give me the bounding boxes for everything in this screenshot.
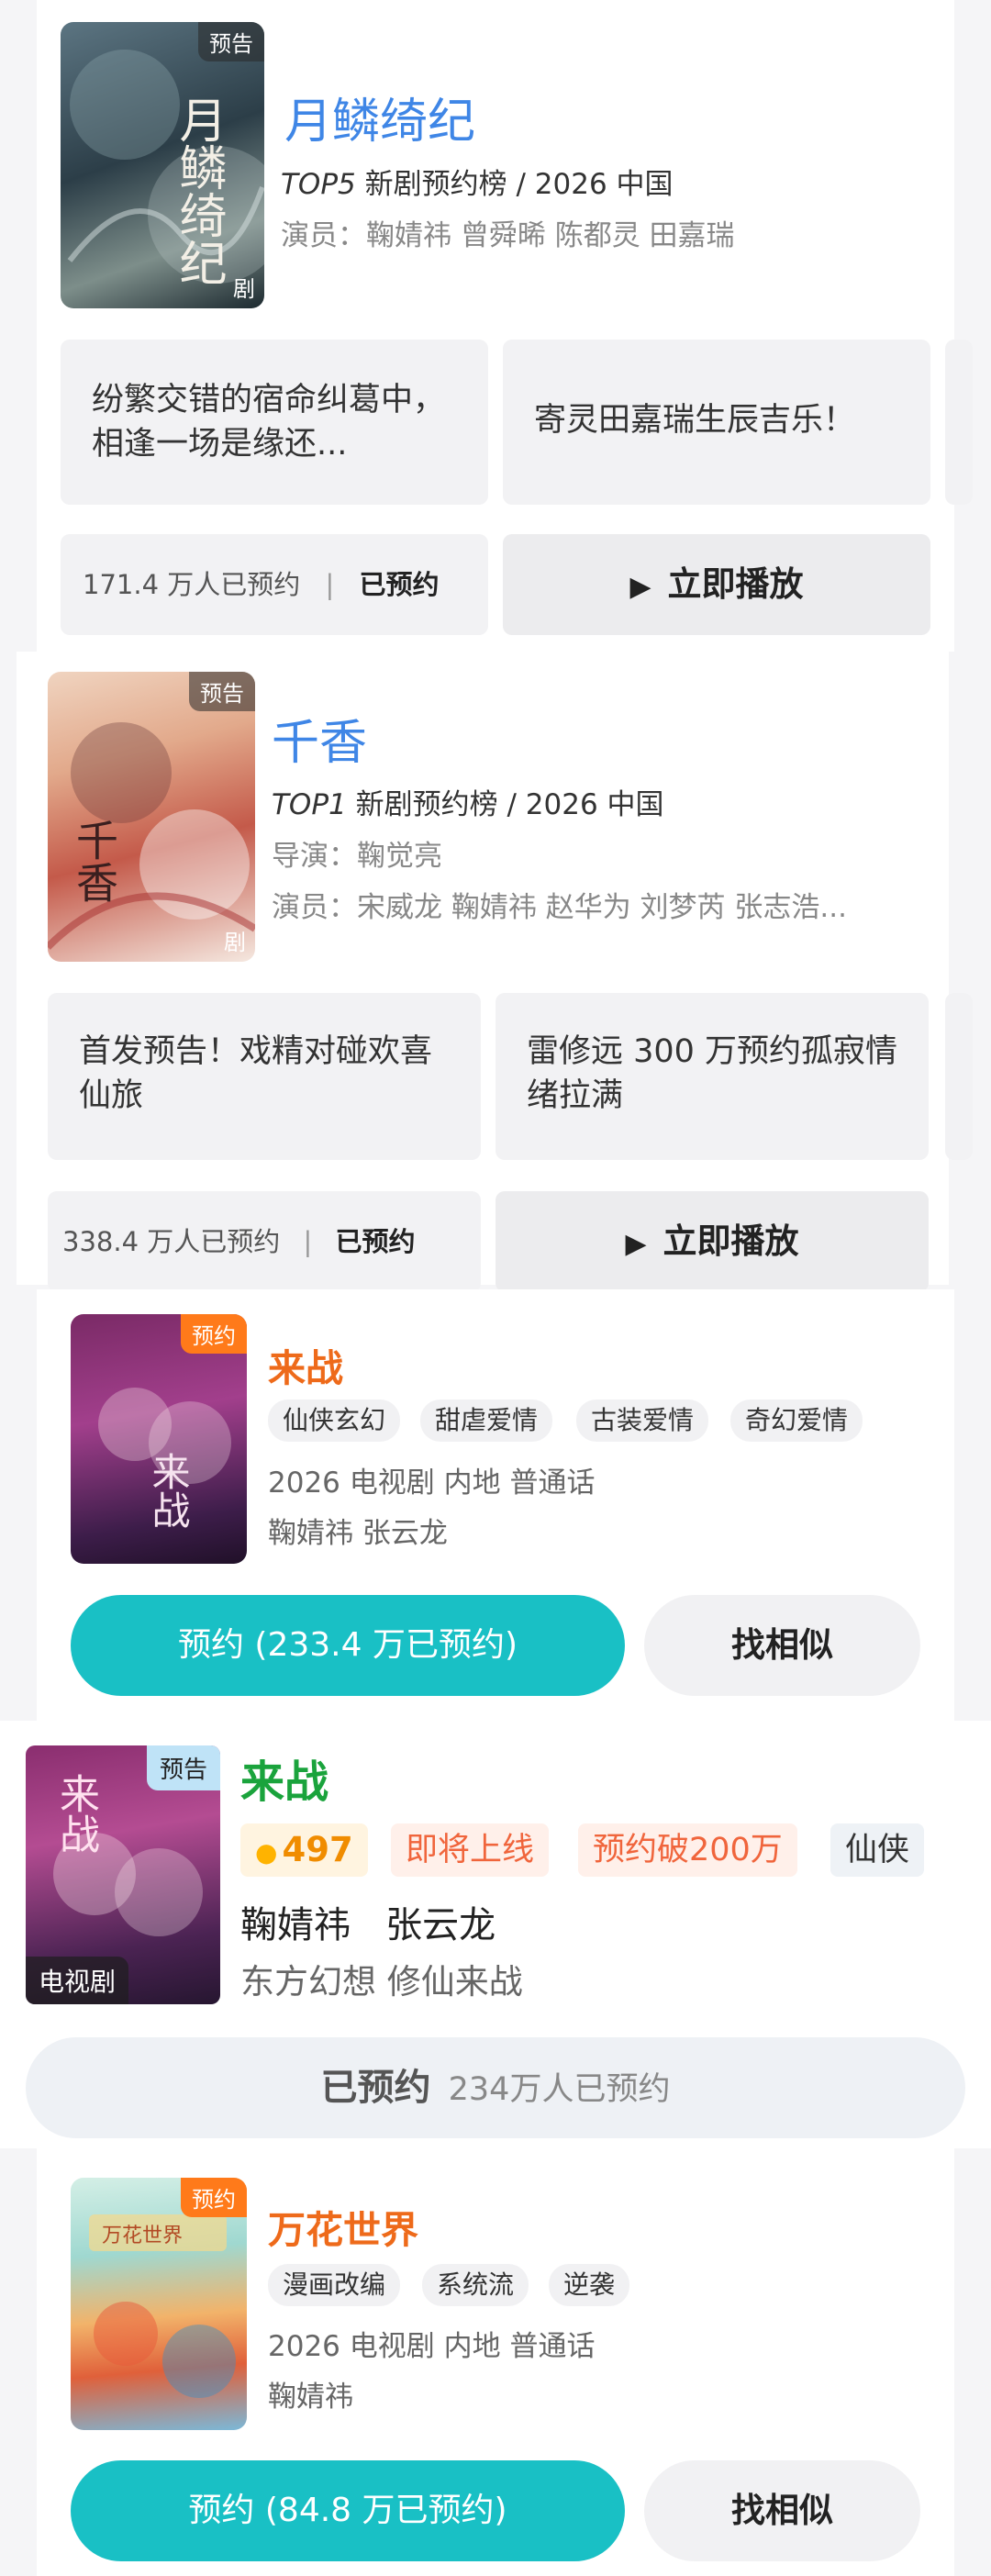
cast-label: 演员：	[281, 219, 366, 252]
genre-tag[interactable]: 逆袭	[549, 2264, 630, 2306]
highlight-text: 寄灵田嘉瑞生辰吉乐！	[534, 402, 856, 439]
heat-badge: ● 497	[240, 1823, 368, 1877]
play-icon: ▶	[629, 571, 651, 603]
poster-art	[48, 722, 255, 950]
poster-laizhan-tv[interactable]: 来战 预告 电视剧	[26, 1745, 220, 2004]
rank-detail: 新剧预约榜 / 2026 中国	[364, 168, 674, 201]
drama-title[interactable]: 千香	[272, 704, 367, 773]
drama-cast: 鞠婧祎 张云龙	[240, 1904, 496, 1946]
director-label: 导演：	[272, 840, 357, 873]
reserved-count: 234万人已预约	[448, 2071, 671, 2108]
heat-value: 497	[282, 1830, 353, 1869]
trailer-badge: 预告	[198, 22, 264, 61]
reserve-badge: 预约	[181, 2178, 247, 2217]
highlight-text: 首发预告！戏精对碰欢喜仙旅	[79, 1033, 433, 1114]
drama-title[interactable]: 来战	[268, 1337, 343, 1392]
poster-art-title: 来战	[146, 1452, 191, 1529]
genre-tag[interactable]: 奇幻爱情	[730, 1400, 863, 1442]
rank-badge: TOP1	[272, 788, 347, 821]
genre-tag[interactable]: 古装爱情	[576, 1400, 709, 1442]
genre-tag[interactable]: 系统流	[422, 2264, 529, 2306]
cast-line: 演员：宋威龙 鞠婧祎 赵华为 刘梦芮 张志浩...	[272, 884, 847, 925]
tv-series-label: 电视剧	[26, 1957, 129, 2004]
highlight-card-2[interactable]: 雷修远 300 万预约孤寂情绪拉满	[496, 993, 929, 1160]
poster-yuelin[interactable]: 月鳞绮纪 预告 剧	[61, 22, 264, 308]
search-result-laizhan: 来战 预约 来战 仙侠玄幻 甜虐爱情 古装爱情 奇幻爱情 2026 电视剧 内地…	[0, 1289, 991, 1721]
cast-line: 演员：鞠婧祎 曾舜晞 陈都灵 田嘉瑞	[281, 212, 735, 253]
reserve-status: 已预约	[335, 1226, 416, 1257]
rank-line: TOP5 新剧预约榜 / 2026 中国	[281, 161, 674, 202]
genre-tag[interactable]: 甜虐爱情	[420, 1400, 553, 1442]
genre-badge: 仙侠	[830, 1823, 925, 1877]
drama-title[interactable]: 万花世界	[268, 2199, 418, 2254]
highlight-card-1[interactable]: 首发预告！戏精对碰欢喜仙旅	[48, 993, 481, 1160]
highlight-text: 纷繁交错的宿命纠葛中，相逢一场是缘还...	[92, 382, 446, 463]
poster-qianxiang[interactable]: 千香 预告 剧	[48, 672, 255, 962]
cast-names: 宋威龙 鞠婧祎 赵华为 刘梦芮 张志浩...	[357, 891, 847, 924]
poster-art-title: 月鳞绮纪	[171, 95, 226, 286]
divider: |	[303, 1226, 313, 1257]
divider: |	[325, 569, 335, 600]
drama-title[interactable]: 来战	[240, 1745, 328, 1810]
highlight-text: 雷修远 300 万预约孤寂情绪拉满	[527, 1033, 898, 1114]
poster-wanhua[interactable]: 万花世界 预约	[71, 2178, 247, 2430]
highlight-card-1[interactable]: 纷繁交错的宿命纠葛中，相逢一场是缘还...	[61, 340, 488, 505]
feature-card-laizhan: 来战 预告 电视剧 来战 ● 497 即将上线 预约破200万 仙侠 鞠婧祎 张…	[0, 1721, 991, 2148]
play-now-button[interactable]: ▶ 立即播放	[496, 1191, 929, 1292]
drama-card-qianxiang: 千香 预告 剧 千香 TOP1 新剧预约榜 / 2026 中国 导演：鞠觉亮 演…	[0, 652, 991, 1294]
cast-label: 演员：	[272, 891, 357, 924]
reserved-button[interactable]: 已预约 234万人已预约	[26, 2037, 965, 2138]
reserve-button[interactable]: 预约 (84.8 万已预约)	[71, 2460, 625, 2561]
highlight-card-3-peek[interactable]	[945, 340, 973, 505]
rank-line: TOP1 新剧预约榜 / 2026 中国	[272, 781, 664, 822]
poster-art-title: 来战	[52, 1773, 99, 1854]
cast-names: 鞠婧祎 曾舜晞 陈都灵 田嘉瑞	[366, 219, 735, 252]
reserve-info: 338.4 万人已预约 | 已预约	[48, 1191, 481, 1292]
reserve-count: 171.4 万人已预约	[83, 569, 301, 600]
drama-cast: 鞠婧祎	[268, 2381, 353, 2414]
reserve-button[interactable]: 预约 (233.4 万已预约)	[71, 1595, 625, 1696]
drama-corner-label: 剧	[233, 276, 255, 302]
flame-icon: ●	[255, 1837, 278, 1868]
reserve-milestone-badge: 预约破200万	[578, 1823, 797, 1877]
trailer-badge: 预告	[146, 1745, 220, 1790]
highlight-card-2[interactable]: 寄灵田嘉瑞生辰吉乐！	[503, 340, 930, 505]
drama-title[interactable]: 月鳞绮纪	[284, 83, 475, 151]
director-name: 鞠觉亮	[357, 840, 442, 873]
find-similar-button[interactable]: 找相似	[644, 2460, 920, 2561]
play-label: 立即播放	[667, 564, 804, 604]
drama-corner-label: 剧	[224, 930, 246, 955]
genre-tag[interactable]: 漫画改编	[268, 2264, 401, 2306]
drama-card-yuelin: 月鳞绮纪 预告 剧 月鳞绮纪 TOP5 新剧预约榜 / 2026 中国 演员：鞠…	[0, 0, 991, 652]
genre-tag[interactable]: 仙侠玄幻	[268, 1400, 401, 1442]
play-label: 立即播放	[663, 1221, 799, 1261]
find-similar-button[interactable]: 找相似	[644, 1595, 920, 1696]
poster-art-title: 万花世界	[102, 2225, 184, 2247]
reserve-count: 338.4 万人已预约	[62, 1226, 281, 1257]
reserve-badge: 预约	[181, 1314, 247, 1354]
drama-cast: 鞠婧祎 张云龙	[268, 1517, 448, 1550]
reserve-status: 已预约	[359, 569, 440, 600]
poster-art-title: 千香	[70, 819, 119, 903]
drama-description: 东方幻想 修仙来战	[240, 1962, 523, 2002]
search-result-wanhua: 万花世界 预约 万花世界 漫画改编 系统流 逆袭 2026 电视剧 内地 普通话…	[0, 2148, 991, 2576]
play-icon: ▶	[625, 1228, 647, 1260]
rank-detail: 新剧预约榜 / 2026 中国	[355, 788, 664, 821]
drama-info: 2026 电视剧 内地 普通话	[268, 1466, 596, 1500]
drama-info: 2026 电视剧 内地 普通话	[268, 2330, 596, 2363]
highlight-card-3-peek[interactable]	[945, 993, 973, 1160]
director-line: 导演：鞠觉亮	[272, 832, 442, 874]
play-now-button[interactable]: ▶ 立即播放	[503, 534, 930, 635]
poster-laizhan[interactable]: 来战 预约	[71, 1314, 247, 1564]
trailer-badge: 预告	[189, 672, 255, 711]
coming-soon-badge: 即将上线	[391, 1823, 550, 1877]
reserved-label: 已预约	[320, 2067, 431, 2109]
reserve-info: 171.4 万人已预约 | 已预约	[61, 534, 488, 635]
rank-badge: TOP5	[281, 168, 356, 201]
